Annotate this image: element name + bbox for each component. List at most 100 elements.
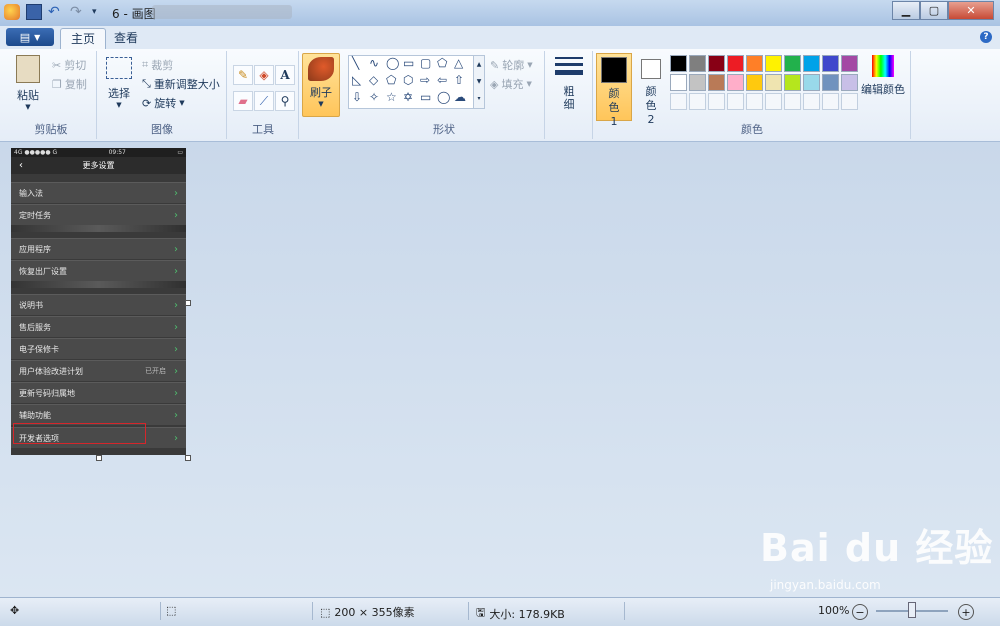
polygon-shape-icon[interactable]: ⬠ — [437, 56, 447, 70]
color-swatch[interactable] — [727, 74, 744, 91]
paste-button[interactable]: 粘贴 ▼ — [10, 55, 46, 111]
color-swatch[interactable] — [803, 55, 820, 72]
copy-button[interactable]: ❐ 复制 — [52, 76, 87, 92]
color-swatch[interactable] — [784, 55, 801, 72]
shapes-scrollbar[interactable]: ▲ ▼ ▾ — [473, 55, 485, 109]
canvas-image[interactable]: 4G ●●●●● G 09:57 ▭ ‹ 更多设置 输入法 › 定时任务 › 应用程序 ›… — [11, 148, 186, 455]
brush-button[interactable]: 刷子 ▼ — [302, 53, 340, 117]
chevron-right-icon: › — [174, 266, 178, 277]
pencil-icon[interactable]: ✎ — [233, 65, 253, 85]
color-picker-icon[interactable]: ⟋ — [254, 91, 274, 111]
color1-button[interactable]: 颜色 1 — [596, 53, 632, 128]
crop-button[interactable]: ⌗ 裁剪 — [142, 57, 173, 73]
resize-button[interactable]: ⤡ 重新调整大小 — [142, 76, 220, 92]
custom-color-slot[interactable] — [689, 93, 706, 110]
resize-handle-corner[interactable] — [185, 455, 191, 461]
minimize-button[interactable]: ▁ — [892, 1, 920, 20]
help-icon[interactable]: ? — [980, 31, 992, 43]
fill-button[interactable]: ◈ 填充 ▼ — [490, 76, 532, 92]
color2-button[interactable]: 颜色 2 — [634, 53, 668, 127]
down-arrow-shape-icon[interactable]: ⇩ — [352, 90, 362, 104]
paint-menu-button[interactable]: ▤ ▼ — [6, 28, 54, 46]
color-swatch[interactable] — [822, 55, 839, 72]
customize-dropdown-icon[interactable]: ▾ — [92, 4, 108, 20]
color-swatch[interactable] — [670, 55, 687, 72]
custom-color-slot[interactable] — [746, 93, 763, 110]
pentagon-shape-icon[interactable]: ⬠ — [386, 73, 396, 87]
custom-color-slot[interactable] — [803, 93, 820, 110]
color-swatch[interactable] — [708, 55, 725, 72]
chevron-right-icon: › — [174, 433, 178, 444]
fill-bucket-icon[interactable]: ◈ — [254, 65, 274, 85]
right-arrow-shape-icon[interactable]: ⇨ — [420, 73, 430, 87]
cloud-callout-shape-icon[interactable]: ☁ — [454, 90, 466, 104]
rounded-rectangle-shape-icon[interactable]: ▢ — [420, 56, 431, 70]
color-swatch[interactable] — [746, 74, 763, 91]
rotate-button[interactable]: ⟳ 旋转 ▼ — [142, 95, 185, 111]
magnifier-icon[interactable]: ⚲ — [275, 91, 295, 111]
size-button[interactable]: 粗细 — [552, 57, 586, 111]
up-arrow-shape-icon[interactable]: ⇧ — [454, 73, 464, 87]
undo-icon[interactable]: ↶ — [48, 4, 64, 20]
color-swatch[interactable] — [822, 74, 839, 91]
resize-handle-bottom[interactable] — [96, 455, 102, 461]
redo-icon[interactable]: ↷ — [70, 4, 86, 20]
custom-color-slot[interactable] — [841, 93, 858, 110]
five-point-star-shape-icon[interactable]: ☆ — [386, 90, 397, 104]
color-swatch[interactable] — [784, 74, 801, 91]
resize-handle-right[interactable] — [185, 300, 191, 306]
shapes-group-label: 形状 — [433, 123, 455, 136]
color-swatch[interactable] — [670, 74, 687, 91]
settings-row-label: 输入法 — [19, 189, 43, 198]
right-triangle-shape-icon[interactable]: ◺ — [352, 73, 361, 87]
custom-color-slot[interactable] — [708, 93, 725, 110]
color-swatch[interactable] — [765, 74, 782, 91]
left-arrow-shape-icon[interactable]: ⇦ — [437, 73, 447, 87]
cut-button[interactable]: ✂ 剪切 — [52, 57, 86, 73]
phone-title: 更多设置 — [82, 161, 115, 170]
custom-color-slot[interactable] — [784, 93, 801, 110]
tab-view[interactable]: 查看 — [104, 28, 148, 49]
four-point-star-shape-icon[interactable]: ✧ — [369, 90, 379, 104]
color-swatch[interactable] — [746, 55, 763, 72]
color-swatch[interactable] — [803, 74, 820, 91]
select-button[interactable]: 选择 ▼ — [104, 57, 134, 109]
custom-color-slot[interactable] — [765, 93, 782, 110]
custom-color-slot[interactable] — [670, 93, 687, 110]
color-swatch[interactable] — [727, 55, 744, 72]
zoom-slider-thumb[interactable] — [908, 602, 916, 618]
hexagon-shape-icon[interactable]: ⬡ — [403, 73, 413, 87]
edit-colors-button[interactable]: 编辑颜色 — [860, 55, 906, 97]
crop-icon: ⌗ — [142, 58, 149, 71]
color-swatch[interactable] — [708, 74, 725, 91]
shapes-gallery[interactable]: ╲ ∿ ◯ ▭ ▢ ⬠ △ ◺ ◇ ⬠ ⬡ ⇨ ⇦ ⇧ ⇩ ✧ ☆ ✡ ▭ ◯ … — [348, 55, 474, 109]
triangle-shape-icon[interactable]: △ — [454, 56, 463, 70]
color-swatch[interactable] — [765, 55, 782, 72]
zoom-out-icon[interactable]: − — [852, 604, 868, 620]
maximize-button[interactable]: ▢ — [920, 1, 948, 20]
custom-color-slot[interactable] — [727, 93, 744, 110]
callout-shape-icon[interactable]: ▭ — [420, 90, 431, 104]
tab-home[interactable]: 主页 — [60, 28, 107, 50]
close-button[interactable]: ✕ — [948, 1, 994, 20]
curve-shape-icon[interactable]: ∿ — [369, 56, 379, 70]
outline-button[interactable]: ✎ 轮廓 ▼ — [490, 57, 533, 73]
eraser-icon[interactable]: ▰ — [233, 91, 253, 111]
oval-callout-shape-icon[interactable]: ◯ — [437, 90, 450, 104]
rectangle-shape-icon[interactable]: ▭ — [403, 56, 414, 70]
color-swatch[interactable] — [841, 74, 858, 91]
diamond-shape-icon[interactable]: ◇ — [369, 73, 378, 87]
zoom-in-icon[interactable]: + — [958, 604, 974, 620]
save-icon[interactable] — [26, 4, 42, 20]
color-swatch[interactable] — [689, 74, 706, 91]
color-swatch[interactable] — [689, 55, 706, 72]
line-shape-icon[interactable]: ╲ — [352, 56, 359, 70]
color-swatch[interactable] — [841, 55, 858, 72]
six-point-star-shape-icon[interactable]: ✡ — [403, 90, 413, 104]
paint-app-icon[interactable] — [4, 4, 20, 20]
oval-shape-icon[interactable]: ◯ — [386, 56, 399, 70]
text-tool-icon[interactable]: A — [275, 65, 295, 85]
custom-color-slot[interactable] — [822, 93, 839, 110]
settings-row-label: 辅助功能 — [19, 411, 51, 420]
settings-row-label: 售后服务 — [19, 323, 51, 332]
